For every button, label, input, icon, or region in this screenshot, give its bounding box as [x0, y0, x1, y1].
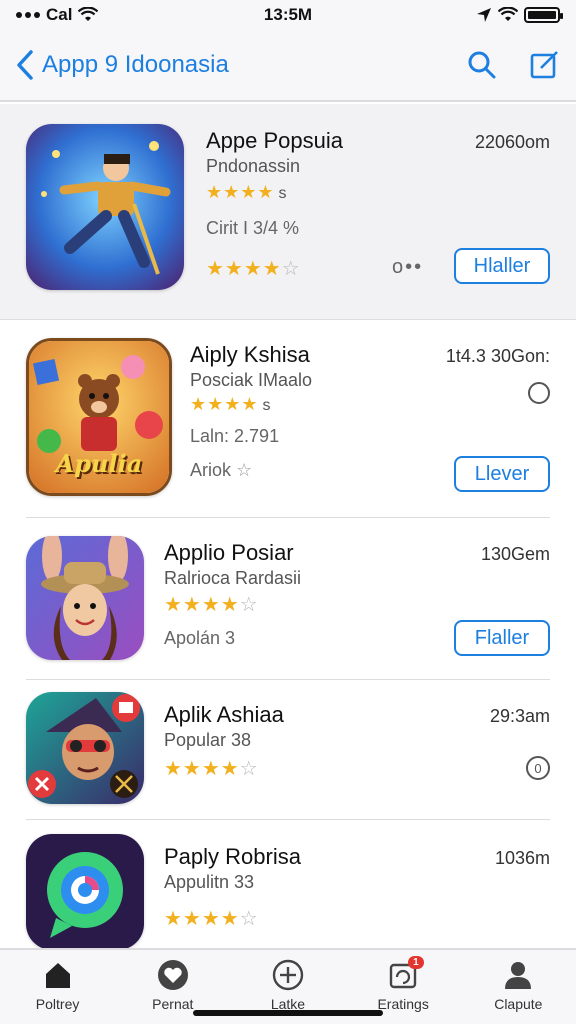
search-icon[interactable] [466, 49, 498, 81]
app-meta: Laln: 2.791 [190, 426, 280, 446]
app-meta-secondary: Ariok ☆ [190, 460, 253, 480]
app-meta-secondary-text: Ariok [190, 460, 232, 480]
tab-label: Poltrey [35, 996, 80, 1012]
rating-stars: ★★★★☆ [164, 594, 259, 616]
status-bar: Cal 13:5M [0, 0, 576, 30]
rating-stars-small: ★★★★ s [206, 182, 288, 202]
tab-label: Pernat [152, 996, 194, 1012]
app-size: 29:3am [489, 706, 550, 726]
rating-stars: ★★★★☆ [206, 258, 301, 280]
app-name: Paply Robrisa [164, 844, 301, 869]
person-icon [501, 958, 535, 992]
status-left: Cal [16, 5, 99, 25]
chevron-left-icon [17, 50, 33, 80]
app-icon-runner [26, 124, 184, 290]
select-circle-icon[interactable] [528, 382, 550, 404]
get-button[interactable]: Hlaller [454, 248, 550, 284]
tab-label: Clapute [494, 996, 543, 1012]
app-name: Aiply Kshisa [190, 342, 310, 367]
app-size: 22060om [474, 132, 550, 152]
nav-actions [466, 49, 560, 81]
app-name: Applio Posiar [164, 540, 294, 565]
home-icon [41, 958, 75, 992]
app-subtitle: Appulitn 33 [164, 872, 255, 892]
compose-icon[interactable] [528, 49, 560, 81]
info-icon[interactable]: 0 [526, 756, 550, 780]
list-item[interactable]: Applio Posiar Ralrioca Rardasii ★★★★☆ Ap… [0, 518, 576, 680]
plus-circle-icon [271, 958, 305, 992]
status-right [476, 7, 563, 23]
app-name: Appe Popsuia [206, 128, 343, 153]
location-icon [477, 8, 491, 22]
rating-suffix: s [278, 185, 288, 202]
tab-updates[interactable]: 1 Eratings [348, 956, 458, 1012]
tab-home[interactable]: Poltrey [3, 958, 113, 1012]
app-subtitle: Posciak IMaalo [190, 370, 313, 390]
nav-bar: Appp 9 Idoonasia [0, 30, 576, 102]
list-item[interactable]: Paply Robrisa Appulitn 33 ★★★★☆ 1036m [0, 820, 576, 948]
battery-icon [524, 7, 563, 23]
tab-account[interactable]: Clapute [463, 958, 573, 1012]
app-name: Aplik Ashiaa [164, 702, 284, 727]
app-meta: Apolán 3 [164, 628, 236, 648]
app-icon-witch [26, 692, 144, 804]
heart-icon [156, 958, 190, 992]
get-button[interactable]: Llever [454, 456, 550, 492]
rating-stars: ★★★★☆ [164, 758, 259, 780]
icon-title: Apulia [55, 449, 143, 478]
wifi-icon-right [498, 7, 518, 21]
notification-badge: 1 [408, 956, 424, 969]
app-size: 1t4.3 30Gon: [445, 346, 550, 366]
tab-label: Eratings [377, 996, 429, 1012]
app-subtitle: Ralrioca Rardasii [164, 568, 302, 588]
rating-suffix: s [262, 397, 272, 414]
list-item-featured[interactable]: Appe Popsuia Pndonassin ★★★★ s Cirit I 3/… [0, 104, 576, 320]
list-item[interactable]: Aplik Ashiaa Popular 38 ★★★★☆ 29:3am 0 [0, 680, 576, 820]
rating-stars-small: ★★★★ s [190, 394, 272, 414]
back-button[interactable]: Appp 9 Idoonasia [16, 50, 229, 80]
app-icon-explorer [26, 536, 144, 660]
app-icon-bear: Apulia [26, 338, 172, 496]
signal-icon [16, 12, 40, 18]
app-list: Appe Popsuia Pndonassin ★★★★ s Cirit I 3/… [0, 104, 576, 948]
app-icon-chat [26, 834, 144, 948]
carrier-label: Cal [46, 5, 73, 24]
tab-favorites[interactable]: Pernat [118, 958, 228, 1012]
tab-add[interactable]: Latke [233, 958, 343, 1012]
app-size: 130Gem [480, 544, 550, 564]
app-size: 1036m [494, 848, 550, 868]
rating-stars: ★★★★☆ [164, 908, 259, 930]
more-options-icon[interactable]: o•• [392, 256, 423, 279]
app-subtitle: Pndonassin [206, 156, 301, 176]
back-label: Appp 9 Idoonasia [42, 51, 229, 78]
wifi-icon [78, 7, 99, 21]
app-subtitle: Popular 38 [164, 730, 252, 750]
get-button[interactable]: Flaller [454, 620, 550, 656]
list-item[interactable]: Apulia Aiply Kshisa Posciak IMaalo ★★★★ s… [0, 320, 576, 518]
home-indicator[interactable] [193, 1010, 383, 1016]
app-meta: Cirit I 3/4 % [206, 218, 300, 238]
